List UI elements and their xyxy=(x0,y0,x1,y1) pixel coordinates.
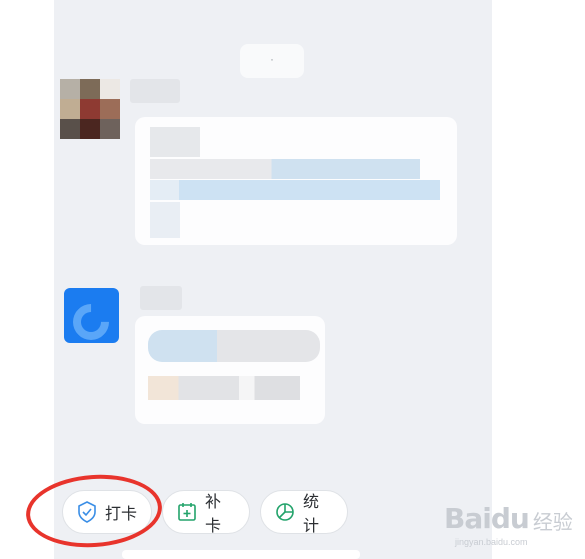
watermark-logo: Baidu xyxy=(444,502,530,535)
message-line-blurred xyxy=(150,159,420,179)
user-avatar[interactable] xyxy=(60,79,120,139)
message-link-blurred[interactable] xyxy=(150,180,440,200)
watermark-url: jingyan.baidu.com xyxy=(455,537,528,547)
time-divider: · xyxy=(240,44,304,78)
app-name-blurred xyxy=(140,286,182,310)
app-message-line-blurred xyxy=(148,330,320,362)
sender-name-blurred xyxy=(130,79,180,103)
message-title-blurred xyxy=(150,127,200,157)
watermark-sub: 经验 xyxy=(532,510,573,534)
makeup-clock-in-label: 补卡 xyxy=(205,492,222,535)
input-bar-edge xyxy=(122,550,360,559)
message-tail-blurred xyxy=(150,202,180,238)
app-message-detail-blurred xyxy=(148,376,300,400)
calendar-add-icon xyxy=(178,503,196,521)
app-avatar[interactable] xyxy=(64,288,119,343)
baidu-watermark: Baidu 经验 xyxy=(444,502,573,535)
app-logo-icon xyxy=(65,296,117,343)
statistics-label: 统计 xyxy=(303,492,320,535)
makeup-clock-in-button[interactable]: 补卡 xyxy=(162,490,250,535)
pie-chart-icon xyxy=(276,503,294,521)
time-label: · xyxy=(270,52,274,66)
statistics-button[interactable]: 统计 xyxy=(260,490,348,535)
